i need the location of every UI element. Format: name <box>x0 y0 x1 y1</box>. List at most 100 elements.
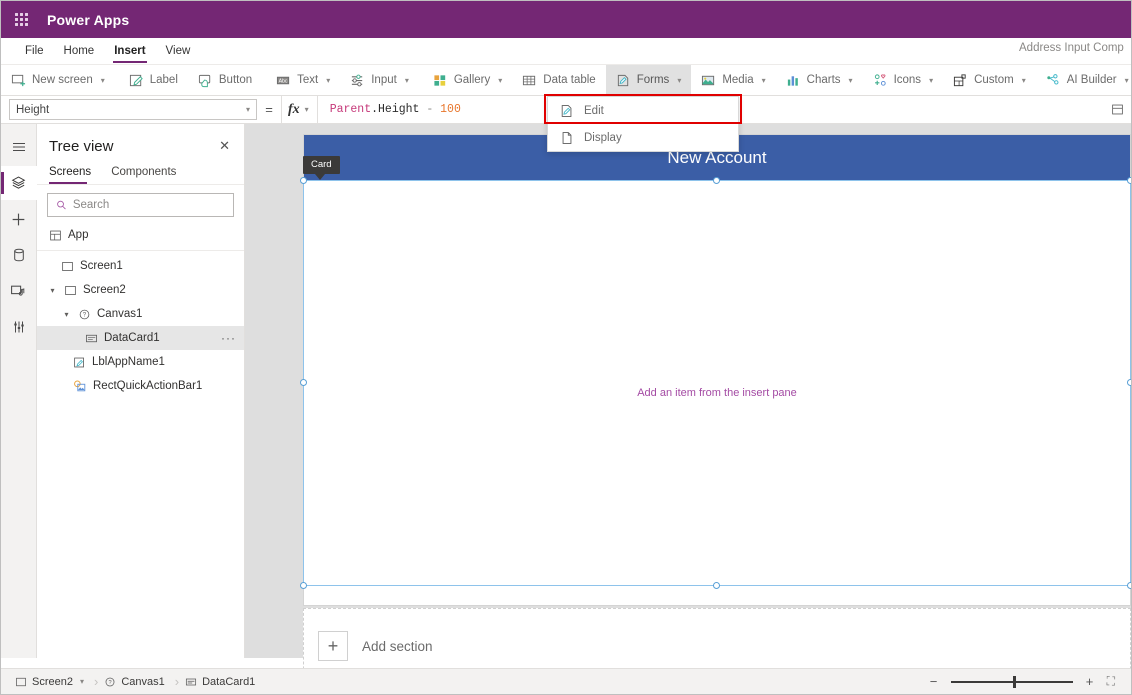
tree-node-rectquickactionbar1[interactable]: RectQuickActionBar1 <box>37 374 244 398</box>
ribbon-ai-builder-label: AI Builder <box>1066 74 1117 86</box>
rail-data[interactable] <box>1 238 37 272</box>
chevron-down-icon: ▾ <box>100 75 105 85</box>
empty-form-hint: Add an item from the insert pane <box>637 387 797 399</box>
tree-node-label: RectQuickActionBar1 <box>93 380 203 392</box>
screen-icon <box>16 677 26 686</box>
forms-menu-item-display[interactable]: Display <box>548 124 738 151</box>
tree-node-screen2[interactable]: ▾ Screen2 <box>37 278 244 302</box>
ribbon-custom[interactable]: Custom ▾ <box>943 65 1036 95</box>
equals-sign: = <box>265 102 273 117</box>
formula-token-parent: Parent <box>329 103 372 116</box>
formula-token-operator: - <box>419 103 441 116</box>
zoom-in-button[interactable]: + <box>1083 674 1097 689</box>
chevron-down-icon: ▾ <box>498 75 503 85</box>
menu-home[interactable]: Home <box>54 42 105 60</box>
fit-screen-icon[interactable]: ⛶ <box>1107 674 1119 689</box>
ribbon-gallery[interactable]: Gallery ▾ <box>423 65 512 95</box>
forms-menu-item-edit[interactable]: Edit <box>548 97 738 124</box>
canvas-area[interactable]: New Account Add an item from the insert … <box>245 124 1131 684</box>
app-screen[interactable]: New Account Add an item from the insert … <box>303 134 1131 606</box>
rail-media[interactable] <box>1 274 37 308</box>
ai-builder-icon <box>1046 73 1061 88</box>
ribbon-data-table[interactable]: Data table <box>512 65 605 95</box>
menu-file[interactable]: File <box>15 42 54 60</box>
rail-tree-view[interactable] <box>1 166 37 200</box>
zoom-out-button[interactable]: − <box>927 674 941 689</box>
add-section-label: Add section <box>362 638 433 654</box>
fx-label: fx <box>288 101 300 117</box>
add-section-plus-button[interactable]: + <box>318 631 348 661</box>
fx-button[interactable]: fx ▾ <box>281 95 318 124</box>
chevron-down-icon[interactable]: ▾ <box>47 286 58 295</box>
tree-node-screen1[interactable]: Screen1 <box>37 254 244 278</box>
tab-components[interactable]: Components <box>111 162 184 184</box>
rail-hamburger-menu[interactable] <box>1 130 37 164</box>
rect-node-icon <box>74 380 86 392</box>
input-icon <box>350 73 365 88</box>
ribbon-ai-builder[interactable]: AI Builder ▾ <box>1036 65 1131 95</box>
chevron-down-icon[interactable]: ▾ <box>61 310 72 319</box>
ribbon-charts[interactable]: Charts ▾ <box>776 65 863 95</box>
ribbon-button[interactable]: Button <box>188 65 262 95</box>
ribbon-media-label: Media <box>722 74 754 86</box>
zoom-slider[interactable] <box>950 675 1073 688</box>
breadcrumb-label: Screen2 <box>32 675 73 688</box>
zoom-slider-thumb[interactable] <box>1012 675 1016 688</box>
app-launcher-icon[interactable] <box>11 10 31 30</box>
ribbon-media[interactable]: Media ▾ <box>691 65 775 95</box>
menu-insert[interactable]: Insert <box>104 42 155 63</box>
search-box[interactable] <box>47 193 234 217</box>
tree-node-datacard1[interactable]: DataCard1 ··· <box>37 326 244 350</box>
tree-node-more-icon[interactable]: ··· <box>221 331 236 345</box>
main-body: Tree view ✕ Screens Components App Sc <box>1 124 1131 684</box>
tree-node-lblappname1[interactable]: LblAppName1 <box>37 350 244 374</box>
breadcrumb-datacard1[interactable]: DataCard1 <box>185 676 263 688</box>
card-tooltip: Card <box>303 156 340 180</box>
forms-dropdown-menu[interactable]: Edit Display <box>547 96 739 152</box>
power-apps-studio: Power Apps File Home Insert View Address… <box>0 0 1132 695</box>
chevron-down-icon: ▾ <box>761 75 766 85</box>
rail-advanced-tools[interactable] <box>1 310 37 344</box>
menu-view[interactable]: View <box>156 42 201 60</box>
rail-insert[interactable] <box>1 202 37 236</box>
ribbon-forms[interactable]: Forms ▾ <box>605 65 692 95</box>
database-icon <box>13 248 24 262</box>
custom-icon <box>953 73 968 88</box>
brand-label: Power Apps <box>47 11 130 28</box>
close-icon[interactable]: ✕ <box>215 136 234 156</box>
tree-node-canvas1[interactable]: ▾ ? Canvas1 <box>37 302 244 326</box>
tab-screens[interactable]: Screens <box>49 162 99 184</box>
chevron-down-icon: ▾ <box>848 75 853 85</box>
screen-icon <box>62 261 73 271</box>
breadcrumb-canvas1[interactable]: ? Canvas1 <box>104 676 172 688</box>
chevron-down-icon: ▾ <box>1124 75 1129 85</box>
expand-formula-bar-button[interactable] <box>1103 96 1131 124</box>
status-bar: Screen2 ▾ › ? Canvas1 › DataCard1 − + ⛶ <box>1 668 1131 694</box>
ribbon-input[interactable]: Input ▾ <box>340 65 419 95</box>
form-card-body[interactable]: Add an item from the insert pane <box>304 181 1130 605</box>
ribbon-label[interactable]: Label <box>119 65 188 95</box>
data-table-icon <box>522 73 537 88</box>
new-screen-icon <box>11 73 26 88</box>
tree-view-panel: Tree view ✕ Screens Components App Sc <box>37 124 245 658</box>
search-input[interactable] <box>72 199 225 211</box>
tree-divider <box>37 250 244 251</box>
ribbon-icons[interactable]: Icons ▾ <box>863 65 944 95</box>
tree-view-header: Tree view ✕ <box>37 124 244 162</box>
text-icon: Abc <box>276 73 291 88</box>
menu-bar: File Home Insert View Address Input Comp <box>1 38 1131 64</box>
layers-icon <box>11 176 26 189</box>
tree-search-wrap <box>37 185 244 223</box>
property-selector[interactable]: Height ▾ <box>9 99 257 120</box>
datacard-icon <box>86 334 97 342</box>
tree-node-app[interactable]: App <box>37 223 244 247</box>
chevron-down-icon[interactable]: ▾ <box>80 677 84 686</box>
ribbon-new-screen[interactable]: New screen ▾ <box>1 65 115 95</box>
breadcrumb-screen2[interactable]: Screen2 ▾ <box>15 676 92 688</box>
label-icon <box>129 73 144 88</box>
svg-text:?: ? <box>83 311 87 318</box>
expand-icon <box>1111 104 1123 115</box>
app-icon <box>50 230 61 240</box>
component-icon: ? <box>79 309 90 319</box>
ribbon-text[interactable]: Abc Text ▾ <box>266 65 340 95</box>
